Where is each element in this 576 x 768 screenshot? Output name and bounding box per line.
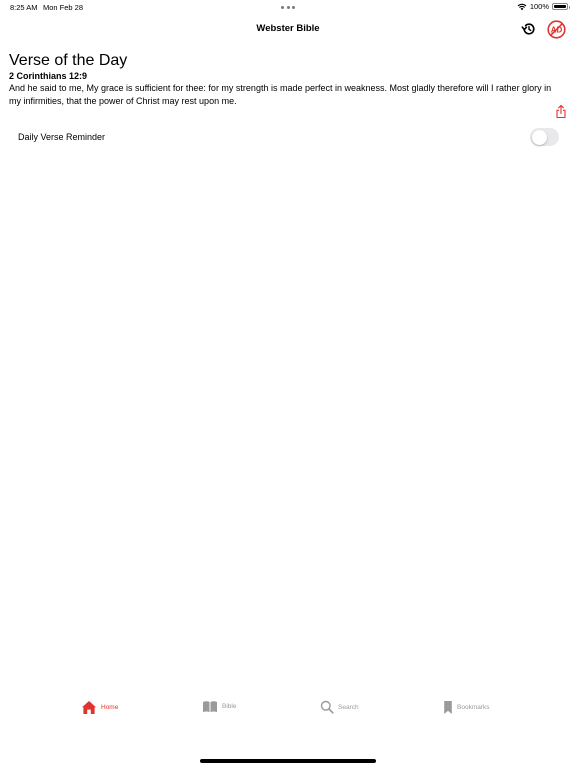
share-button[interactable] <box>554 104 568 120</box>
verse-of-day-heading: Verse of the Day <box>9 52 128 69</box>
status-bar: 8:25 AM Mon Feb 28 100% <box>0 0 576 14</box>
tab-search-label: Search <box>338 703 359 711</box>
status-right: 100% <box>517 2 570 11</box>
tab-home[interactable]: Home <box>81 700 118 715</box>
remove-ads-button[interactable]: AD <box>546 19 566 39</box>
tab-bible[interactable]: Bible <box>202 700 236 713</box>
multitasking-dots-icon[interactable] <box>281 6 295 9</box>
toggle-knob <box>531 129 547 145</box>
history-button[interactable] <box>519 19 539 39</box>
verse-text: And he said to me, My grace is sufficien… <box>9 83 552 106</box>
tab-bookmarks[interactable]: Bookmarks <box>443 700 490 715</box>
tab-home-label: Home <box>101 704 119 711</box>
share-icon <box>556 104 566 119</box>
book-icon <box>203 701 217 713</box>
wifi-icon <box>517 3 527 10</box>
search-icon <box>320 700 334 714</box>
verse-reference: 2 Corinthians 12:9 <box>9 71 88 81</box>
history-icon <box>521 23 535 35</box>
home-indicator[interactable] <box>200 759 376 763</box>
bookmark-icon <box>444 701 452 714</box>
battery-icon <box>552 3 570 10</box>
home-icon <box>82 701 96 714</box>
battery-percent: 100% <box>529 2 549 11</box>
no-ads-icon: AD <box>546 19 566 39</box>
status-date: Mon Feb 28 <box>43 3 84 12</box>
navigation-bar: Webster Bible AD <box>0 14 576 44</box>
page-title: Webster Bible <box>256 23 320 34</box>
tab-bookmarks-label: Bookmarks <box>457 704 490 711</box>
tab-search[interactable]: Search <box>320 700 359 714</box>
reminder-label: Daily Verse Reminder <box>18 132 106 142</box>
tab-bar: Home Bible Search Bookmarks <box>0 696 576 726</box>
reminder-row: Daily Verse Reminder <box>0 124 576 150</box>
status-time: 8:25 AM <box>10 3 38 12</box>
tab-bible-label: Bible <box>222 703 237 710</box>
reminder-toggle[interactable] <box>530 128 559 146</box>
